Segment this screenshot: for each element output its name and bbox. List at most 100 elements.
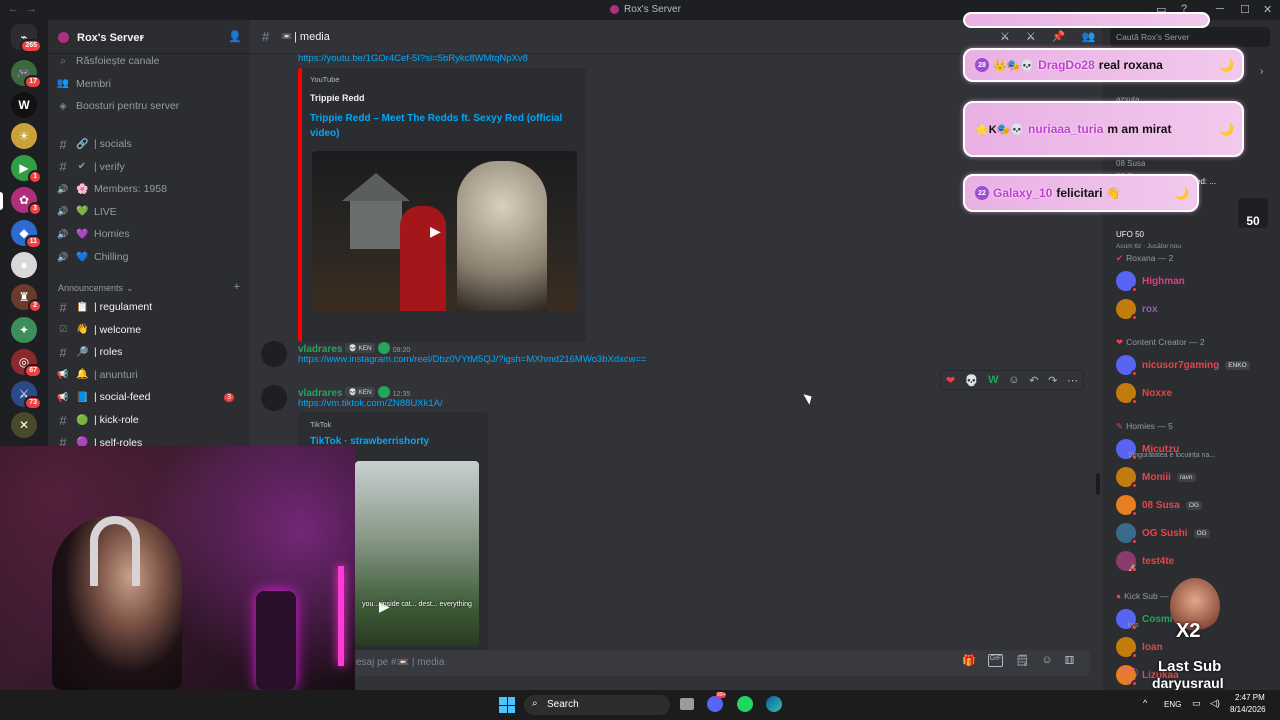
channel-item[interactable]: # ✔ | verify <box>56 157 246 177</box>
channel-item[interactable]: 🔊 🌸 Members: 1958 <box>56 179 246 199</box>
server-icon[interactable]: ● <box>11 252 37 278</box>
channel-item[interactable]: # 🔎 | roles <box>56 342 246 362</box>
add-channel-icon[interactable]: + <box>234 281 240 293</box>
channel-item[interactable]: 🔊 💜 Homies <box>56 224 246 244</box>
member-item[interactable]: nicusor7gaming ENKO <box>1116 354 1250 377</box>
reaction-icon[interactable]: ❤ <box>946 374 955 387</box>
channel-item[interactable]: 📢 🔔 | anunturi <box>56 365 246 385</box>
minimize-button[interactable]: ─ <box>1216 3 1224 15</box>
channel-item[interactable]: 🔊 💚 LIVE <box>56 202 246 222</box>
clock-time[interactable]: 2:47 PM <box>1235 693 1265 702</box>
avatar[interactable] <box>261 341 287 367</box>
member-item[interactable]: Moniii ravn <box>1116 466 1196 489</box>
close-button[interactable]: ✕ <box>1263 3 1272 16</box>
channel-name: Homies <box>94 228 130 241</box>
edge-icon[interactable] <box>766 696 782 712</box>
message-composer[interactable]: esaj pe #📼 | media 🎁 GIF 🗒 ☺ ⚅ <box>250 650 1090 676</box>
reaction-icon[interactable]: ↶ <box>1029 374 1038 387</box>
sidebar-item[interactable]: ◈ Boosturi pentru server <box>56 96 246 116</box>
sidebar-item[interactable]: 👥 Membri <box>56 74 246 94</box>
discord-taskbar-icon[interactable]: 99+ <box>707 692 727 712</box>
maximize-button[interactable]: ☐ <box>1240 3 1250 16</box>
video-thumbnail[interactable]: ▶ you... inside cat... dest... everythin… <box>355 461 479 646</box>
volume-icon[interactable]: ◁) <box>1210 698 1220 709</box>
server-icon[interactable]: ◎ 67 <box>11 349 42 378</box>
channel-item[interactable]: # 🟢 | kick-role <box>56 410 246 430</box>
member-item[interactable]: 08 Susa OG <box>1116 494 1202 517</box>
network-icon[interactable]: ▭ <box>1192 698 1201 709</box>
file-explorer-icon[interactable] <box>680 698 694 710</box>
member-item[interactable]: test4te <box>1116 550 1174 573</box>
server-badge: 11 <box>24 235 42 249</box>
server-icon[interactable]: ☀ <box>11 123 37 149</box>
chevron-down-icon[interactable]: ⌄ <box>138 31 146 42</box>
status-dot <box>1131 482 1138 489</box>
taskbar-search-label: Search <box>547 699 579 710</box>
category-header[interactable]: Announcements ⌄ + <box>58 281 240 294</box>
sidebar-item[interactable]: ⌕ Răsfoiește canale <box>56 51 246 71</box>
server-icon[interactable]: ⚔ 73 <box>11 381 42 410</box>
search-input[interactable]: Caută Rox's Server <box>1116 32 1189 42</box>
chevron-right-icon[interactable]: › <box>1260 66 1263 77</box>
tray-chevron-icon[interactable]: ^ <box>1143 698 1147 708</box>
windows-start-icon[interactable] <box>499 697 515 713</box>
member-search[interactable]: Caută Rox's Server <box>1110 27 1270 47</box>
server-icon[interactable]: 🎮 17 <box>11 60 42 89</box>
sub-alert: X2 ♡ Last Sub daryusraul <box>1118 578 1280 691</box>
channel-item[interactable]: 🔊 💙 Chilling <box>56 247 246 267</box>
member-item[interactable]: OG Sushi OG <box>1116 522 1210 545</box>
add-member-icon[interactable]: 👤 <box>228 30 242 43</box>
channel-item[interactable]: ☑ 👋 | welcome <box>56 320 246 340</box>
member-item[interactable]: Highman <box>1116 270 1185 293</box>
avatar <box>1116 383 1138 405</box>
ufo-badge-text: 50 <box>1246 214 1260 228</box>
composer-icon[interactable]: ☺ <box>1041 654 1052 667</box>
reaction-icon[interactable]: ⋯ <box>1067 374 1078 387</box>
spotify-icon[interactable] <box>737 696 753 712</box>
reaction-icon[interactable]: 💀 <box>965 374 979 387</box>
reaction-icon[interactable]: ☺ <box>1008 374 1019 386</box>
server-icon[interactable]: W <box>11 92 37 118</box>
composer-icon[interactable]: 🎁 <box>962 654 976 667</box>
message-link[interactable]: https://www.instagram.com/reel/Dbz0VYtM5… <box>298 354 647 365</box>
server-icon[interactable]: ◆ 11 <box>11 220 42 249</box>
language-indicator[interactable]: ENG <box>1164 700 1181 709</box>
channel-item[interactable]: # 🔗 | socials <box>56 134 246 154</box>
server-icon[interactable]: ▶ 1 <box>11 155 42 184</box>
neon-light <box>338 566 344 666</box>
server-icon[interactable]: ⌁ 265 <box>11 24 42 53</box>
composer-input[interactable]: esaj pe #📼 | media <box>356 657 444 668</box>
member-item[interactable]: Noxxe <box>1116 382 1172 405</box>
embed-author[interactable]: Trippie Redd <box>310 93 365 103</box>
avatar[interactable] <box>261 385 287 411</box>
server-icon[interactable]: ✕ <box>11 412 37 438</box>
member-item[interactable]: rox <box>1116 298 1158 321</box>
channel-item[interactable]: 📢 📘 | social-feed 3 <box>56 387 246 407</box>
forward-arrow-icon[interactable]: → <box>26 3 37 15</box>
chevron-down-icon: ⌄ <box>126 283 134 293</box>
server-name: Rox's Server <box>77 32 144 44</box>
composer-icon[interactable]: ⚅ <box>1065 654 1075 667</box>
channel-emoji: 📋 <box>76 301 89 313</box>
member-tag: ravn <box>1176 472 1196 482</box>
message-link[interactable]: https://youtu.be/1GOr4Cef-5I?si=5bRykc8W… <box>298 53 528 64</box>
taskbar-search[interactable]: ⌕ Search <box>524 695 670 715</box>
composer-icon[interactable]: 🗒 <box>1015 654 1029 667</box>
server-header[interactable]: Rox's Server ⌄ 👤 <box>48 20 250 54</box>
message-link[interactable]: https://vm.tiktok.com/ZN88UXk1A/ <box>298 398 443 409</box>
embed-title[interactable]: Trippie Redd – Meet The Redds ft. Sexyy … <box>310 111 568 141</box>
video-thumbnail[interactable]: ▶ <box>312 151 577 311</box>
play-icon[interactable]: ▶ <box>430 223 441 240</box>
server-icon[interactable]: ✦ <box>11 317 37 343</box>
chat-scrollbar[interactable] <box>1096 473 1100 495</box>
timestamp: 09:20 <box>392 347 411 354</box>
back-arrow-icon[interactable]: ← <box>8 3 19 15</box>
clock-date[interactable]: 8/14/2026 <box>1230 705 1266 714</box>
activity-item[interactable]: 08 Susa <box>1116 159 1256 168</box>
channel-item[interactable]: # 📋 | regulament <box>56 297 246 317</box>
server-icon[interactable]: ✿ 3 <box>11 187 42 216</box>
reaction-icon[interactable]: ↷ <box>1048 374 1057 387</box>
server-icon[interactable]: ♜ 2 <box>11 284 42 313</box>
reaction-icon[interactable]: W <box>988 374 998 386</box>
composer-icon[interactable]: GIF <box>987 654 1004 667</box>
